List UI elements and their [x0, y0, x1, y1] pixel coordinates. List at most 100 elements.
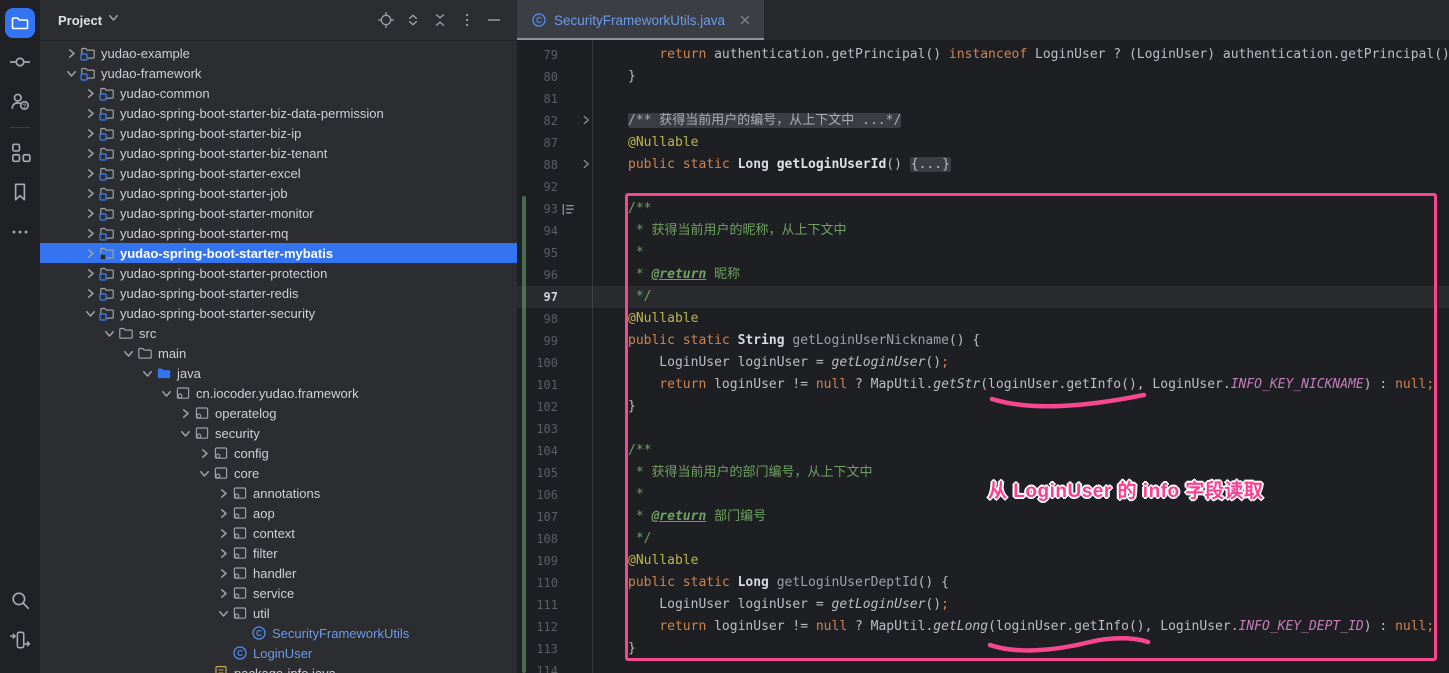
code-line-97[interactable]: 97 */ — [517, 286, 1449, 308]
line-number[interactable]: 114 — [517, 660, 558, 673]
chevron-right-icon[interactable] — [82, 207, 99, 220]
line-number[interactable]: 113 — [517, 638, 558, 660]
code-line-114[interactable]: 114 — [517, 660, 1449, 673]
locate-file-icon[interactable] — [375, 9, 397, 31]
chevron-right-icon[interactable] — [82, 87, 99, 100]
chevron-down-icon[interactable] — [101, 327, 118, 340]
fold-marker-icon[interactable] — [580, 114, 592, 126]
chevron-right-icon[interactable] — [215, 547, 232, 560]
line-number[interactable]: 97 — [517, 286, 558, 308]
line-number[interactable]: 104 — [517, 440, 558, 462]
chevron-down-icon[interactable] — [196, 467, 213, 480]
tree-item-cn-iocoder-yudao-framework[interactable]: cn.iocoder.yudao.framework — [40, 383, 517, 403]
chevron-down-icon[interactable] — [158, 387, 175, 400]
tree-item-securityframeworkutils[interactable]: CSecurityFrameworkUtils — [40, 623, 517, 643]
tree-item-util[interactable]: util — [40, 603, 517, 623]
line-number[interactable]: 99 — [517, 330, 558, 352]
code-line-82[interactable]: 82/** 获得当前用户的编号，从上下文中 ...*/ — [517, 110, 1449, 132]
chevron-right-icon[interactable] — [82, 227, 99, 240]
code-line-104[interactable]: 104/** — [517, 440, 1449, 462]
line-number[interactable]: 111 — [517, 594, 558, 616]
structure-tool-icon[interactable] — [6, 138, 34, 166]
line-number[interactable]: 106 — [517, 484, 558, 506]
code-line-109[interactable]: 109@Nullable — [517, 550, 1449, 572]
chevron-down-icon[interactable] — [82, 307, 99, 320]
chevron-right-icon[interactable] — [82, 247, 99, 260]
search-everywhere-icon[interactable] — [6, 586, 34, 614]
chevron-right-icon[interactable] — [82, 127, 99, 140]
line-number[interactable]: 101 — [517, 374, 558, 396]
chevron-right-icon[interactable] — [177, 407, 194, 420]
project-title-dropdown[interactable]: Project — [58, 11, 120, 29]
tree-item-handler[interactable]: handler — [40, 563, 517, 583]
tree-item-yudao-framework[interactable]: yudao-framework — [40, 63, 517, 83]
line-number[interactable]: 105 — [517, 462, 558, 484]
editor-tab[interactable]: CSecurityFrameworkUtils.java — [517, 0, 764, 40]
line-number[interactable]: 108 — [517, 528, 558, 550]
code-line-105[interactable]: 105 * 获得当前用户的部门编号，从上下文中 — [517, 462, 1449, 484]
chevron-right-icon[interactable] — [82, 147, 99, 160]
tree-item-yudao-spring-boot-starter-biz-tenant[interactable]: yudao-spring-boot-starter-biz-tenant — [40, 143, 517, 163]
tree-item-yudao-example[interactable]: yudao-example — [40, 43, 517, 63]
project-tool-icon[interactable] — [5, 8, 35, 38]
chevron-right-icon[interactable] — [82, 107, 99, 120]
tree-item-yudao-spring-boot-starter-redis[interactable]: yudao-spring-boot-starter-redis — [40, 283, 517, 303]
code-editor[interactable]: 79 return authentication.getPrincipal() … — [517, 40, 1449, 673]
tree-item-yudao-spring-boot-starter-biz-data-permission[interactable]: yudao-spring-boot-starter-biz-data-permi… — [40, 103, 517, 123]
tree-item-yudao-spring-boot-starter-security[interactable]: yudao-spring-boot-starter-security — [40, 303, 517, 323]
tree-item-yudao-spring-boot-starter-excel[interactable]: yudao-spring-boot-starter-excel — [40, 163, 517, 183]
tree-item-java[interactable]: java — [40, 363, 517, 383]
chevron-right-icon[interactable] — [82, 167, 99, 180]
options-menu-icon[interactable] — [456, 9, 478, 31]
line-number[interactable]: 87 — [517, 132, 558, 154]
tree-item-loginuser[interactable]: CLoginUser — [40, 643, 517, 663]
line-number[interactable]: 80 — [517, 66, 558, 88]
tree-item-aop[interactable]: aop — [40, 503, 517, 523]
code-line-80[interactable]: 80} — [517, 66, 1449, 88]
hide-panel-icon[interactable] — [483, 9, 505, 31]
code-line-96[interactable]: 96 * @return 昵称 — [517, 264, 1449, 286]
chevron-down-icon[interactable] — [177, 427, 194, 440]
tree-item-yudao-spring-boot-starter-biz-ip[interactable]: yudao-spring-boot-starter-biz-ip — [40, 123, 517, 143]
terminal-tool-icon[interactable] — [6, 626, 34, 654]
line-number[interactable]: 95 — [517, 242, 558, 264]
line-number[interactable]: 93 — [517, 198, 558, 220]
render-doc-icon[interactable] — [561, 203, 575, 216]
tree-item-yudao-spring-boot-starter-mybatis[interactable]: yudao-spring-boot-starter-mybatis — [40, 243, 517, 263]
tree-item-yudao-spring-boot-starter-job[interactable]: yudao-spring-boot-starter-job — [40, 183, 517, 203]
line-number[interactable]: 79 — [517, 44, 558, 66]
line-number[interactable]: 81 — [517, 88, 558, 110]
code-line-93[interactable]: 93/** — [517, 198, 1449, 220]
chevron-right-icon[interactable] — [82, 287, 99, 300]
line-number[interactable]: 103 — [517, 418, 558, 440]
chevron-right-icon[interactable] — [82, 267, 99, 280]
line-number[interactable]: 109 — [517, 550, 558, 572]
line-number[interactable]: 102 — [517, 396, 558, 418]
code-line-92[interactable]: 92 — [517, 176, 1449, 198]
code-line-102[interactable]: 102} — [517, 396, 1449, 418]
code-line-95[interactable]: 95 * — [517, 242, 1449, 264]
code-line-112[interactable]: 112 return loginUser != null ? MapUtil.g… — [517, 616, 1449, 638]
chevron-right-icon[interactable] — [215, 487, 232, 500]
line-number[interactable]: 107 — [517, 506, 558, 528]
tree-item-yudao-spring-boot-starter-monitor[interactable]: yudao-spring-boot-starter-monitor — [40, 203, 517, 223]
chevron-right-icon[interactable] — [215, 587, 232, 600]
line-number[interactable]: 98 — [517, 308, 558, 330]
code-line-94[interactable]: 94 * 获得当前用户的昵称，从上下文中 — [517, 220, 1449, 242]
line-number[interactable]: 94 — [517, 220, 558, 242]
code-line-113[interactable]: 113} — [517, 638, 1449, 660]
bookmarks-tool-icon[interactable] — [6, 178, 34, 206]
expand-all-icon[interactable] — [402, 9, 424, 31]
line-number[interactable]: 100 — [517, 352, 558, 374]
chevron-right-icon[interactable] — [63, 47, 80, 60]
chevron-right-icon[interactable] — [82, 187, 99, 200]
code-line-88[interactable]: 88public static Long getLoginUserId() {.… — [517, 154, 1449, 176]
chevron-down-icon[interactable] — [215, 607, 232, 620]
chevron-right-icon[interactable] — [215, 507, 232, 520]
more-tools-icon[interactable] — [6, 218, 34, 246]
pull-requests-icon[interactable]: ? — [6, 87, 34, 115]
fold-marker-icon[interactable] — [580, 158, 592, 170]
code-line-107[interactable]: 107 * @return 部门编号 — [517, 506, 1449, 528]
chevron-down-icon[interactable] — [120, 347, 137, 360]
close-tab-icon[interactable] — [736, 11, 754, 29]
